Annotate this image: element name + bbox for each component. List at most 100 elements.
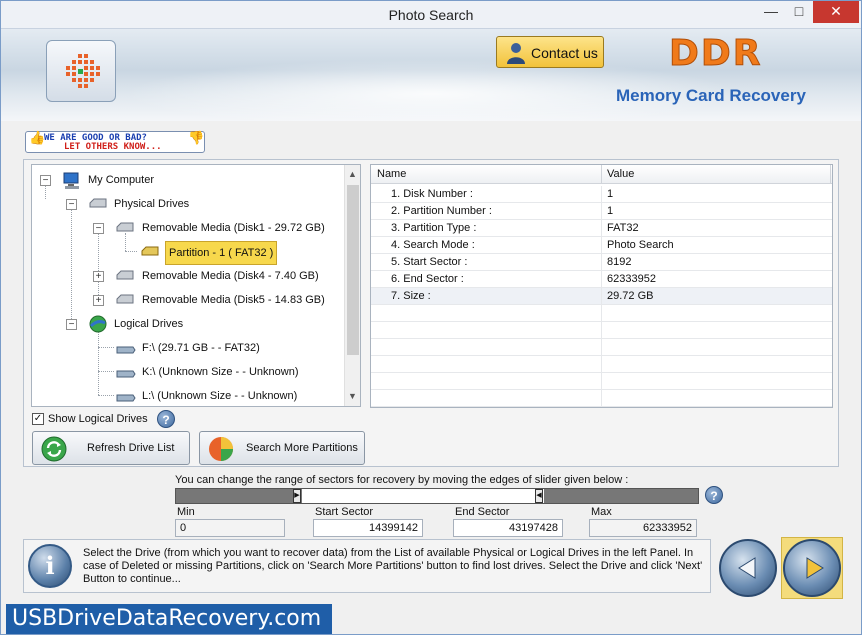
tree-item-drive-k[interactable]: K:\ (Unknown Size - - Unknown): [32, 361, 352, 383]
refresh-icon: [41, 436, 67, 462]
collapse-toggle[interactable]: −: [66, 319, 77, 330]
tree-item-disk5[interactable]: + Removable Media (Disk5 - 14.83 GB): [32, 289, 352, 311]
grid-row: 1. Disk Number : 1: [371, 186, 832, 203]
end-sector-field[interactable]: 43197428: [453, 519, 563, 537]
expand-toggle[interactable]: +: [93, 271, 104, 282]
grid-row-empty: [371, 339, 832, 356]
feedback-line2: LET OTHERS KNOW...: [64, 142, 162, 152]
removable-drive-icon: [116, 270, 134, 280]
removable-drive-icon: [116, 294, 134, 304]
tree-item-drive-f[interactable]: F:\ (29.71 GB - - FAT32): [32, 337, 352, 359]
tree-item-logical-drives[interactable]: − Logical Drives: [32, 313, 352, 335]
tree-item-physical-drives[interactable]: − Physical Drives: [32, 193, 352, 215]
back-button[interactable]: [719, 539, 777, 597]
row-value: Photo Search: [607, 239, 674, 251]
tree-label: Removable Media (Disk1 - 29.72 GB): [142, 222, 325, 234]
help-icon[interactable]: ?: [705, 486, 723, 504]
tree-label: K:\ (Unknown Size - - Unknown): [142, 366, 299, 378]
grid-row-empty: [371, 305, 832, 322]
row-name: 2. Partition Number :: [391, 205, 492, 217]
grid-row-empty: [371, 322, 832, 339]
product-name: Memory Card Recovery: [616, 86, 806, 105]
column-header-name[interactable]: Name: [377, 168, 406, 180]
grid-row: 2. Partition Number : 1: [371, 203, 832, 220]
app-window: Photo Search — □ ✕ Contact us DDR Memory…: [0, 0, 862, 635]
row-name: 3. Partition Type :: [391, 222, 477, 234]
grid-row: 6. End Sector : 62333952: [371, 271, 832, 288]
tree-label: Removable Media (Disk5 - 14.83 GB): [142, 294, 325, 306]
tree-scrollbar[interactable]: ▲ ▼: [344, 165, 360, 406]
row-name: 7. Size :: [391, 290, 431, 302]
collapse-toggle[interactable]: −: [93, 223, 104, 234]
row-value: FAT32: [607, 222, 639, 234]
usb-drive-icon: [116, 394, 136, 402]
drive-tree[interactable]: − My Computer − Physical Drives − Remova…: [31, 164, 361, 407]
row-value: 8192: [607, 256, 632, 268]
removable-drive-icon: [116, 222, 134, 232]
column-separator[interactable]: [830, 165, 831, 184]
feedback-banner[interactable]: 👍 WE ARE GOOD OR BAD? LET OTHERS KNOW...…: [25, 131, 205, 153]
column-separator[interactable]: [601, 165, 602, 184]
tree-item-drive-l[interactable]: L:\ (Unknown Size - - Unknown): [32, 385, 352, 406]
collapse-toggle[interactable]: −: [40, 175, 51, 186]
person-icon: [507, 43, 525, 64]
partition-details-grid: Name Value 1. Disk Number : 1 2. Partiti…: [370, 164, 833, 408]
tree-label: My Computer: [88, 174, 155, 186]
tree-label: L:\ (Unknown Size - - Unknown): [142, 390, 298, 402]
expand-toggle[interactable]: +: [93, 295, 104, 306]
window-title: Photo Search: [388, 7, 474, 23]
tree-item-disk1[interactable]: − Removable Media (Disk1 - 29.72 GB): [32, 217, 352, 239]
scroll-down-icon[interactable]: ▼: [348, 391, 357, 401]
search-more-partitions-button[interactable]: Search More Partitions: [199, 431, 365, 465]
thumbs-down-icon: 👎: [188, 131, 205, 146]
slider-right-handle[interactable]: ◀: [535, 489, 543, 503]
usb-drive-icon: [116, 370, 136, 378]
logical-drives-icon: [89, 315, 107, 333]
grid-row-empty: [371, 390, 832, 407]
tree-item-my-computer[interactable]: − My Computer: [32, 169, 352, 191]
tree-item-partition1[interactable]: Partition - 1 ( FAT32 ): [32, 241, 352, 265]
info-text: Select the Drive (from which you want to…: [83, 547, 703, 585]
minimize-button[interactable]: —: [757, 1, 785, 23]
row-value: 1: [607, 188, 614, 200]
search-more-label: Search More Partitions: [246, 442, 358, 454]
next-button[interactable]: [783, 539, 841, 597]
start-sector-label: Start Sector: [315, 506, 374, 518]
tree-item-disk4[interactable]: + Removable Media (Disk4 - 7.40 GB): [32, 265, 352, 287]
row-value: 62333952: [607, 273, 656, 285]
title-bar: Photo Search — □ ✕: [1, 1, 861, 29]
row-name: 1. Disk Number :: [391, 188, 473, 200]
grid-header: Name Value: [371, 165, 832, 184]
min-field: 0: [175, 519, 285, 537]
sector-range-slider[interactable]: ▶ ◀: [175, 488, 699, 504]
tree-label: Removable Media (Disk4 - 7.40 GB): [142, 270, 319, 282]
column-header-value[interactable]: Value: [607, 168, 634, 180]
show-logical-drives-checkbox[interactable]: ✓: [32, 413, 44, 425]
row-name: 5. Start Sector :: [391, 256, 468, 268]
refresh-drive-list-button[interactable]: Refresh Drive List: [32, 431, 190, 465]
maximize-button[interactable]: □: [785, 1, 813, 23]
close-button[interactable]: ✕: [813, 1, 859, 23]
next-arrow-icon: [806, 557, 824, 579]
row-value: 29.72 GB: [607, 290, 654, 302]
thumbs-up-icon: 👍: [29, 131, 46, 146]
show-logical-drives-label: Show Logical Drives: [48, 413, 148, 425]
grid-row: 3. Partition Type : FAT32: [371, 220, 832, 237]
max-field: 62333952: [589, 519, 697, 537]
scroll-up-icon[interactable]: ▲: [348, 169, 357, 179]
collapse-toggle[interactable]: −: [66, 199, 77, 210]
slider-left-handle[interactable]: ▶: [293, 489, 301, 503]
grid-row-empty: [371, 356, 832, 373]
row-value: 1: [607, 205, 614, 217]
start-sector-field[interactable]: 14399142: [313, 519, 423, 537]
help-icon[interactable]: ?: [157, 410, 175, 428]
logo-grid-icon: [66, 54, 100, 88]
row-name: 6. End Sector :: [391, 273, 464, 285]
tree-label: F:\ (29.71 GB - - FAT32): [142, 342, 260, 354]
end-sector-label: End Sector: [455, 506, 510, 518]
usb-drive-icon: [116, 346, 136, 354]
tree-label: Logical Drives: [114, 318, 184, 330]
scroll-thumb[interactable]: [347, 185, 359, 355]
contact-us-button[interactable]: Contact us: [496, 36, 604, 68]
header-banner: Contact us DDR Memory Card Recovery: [1, 29, 861, 121]
